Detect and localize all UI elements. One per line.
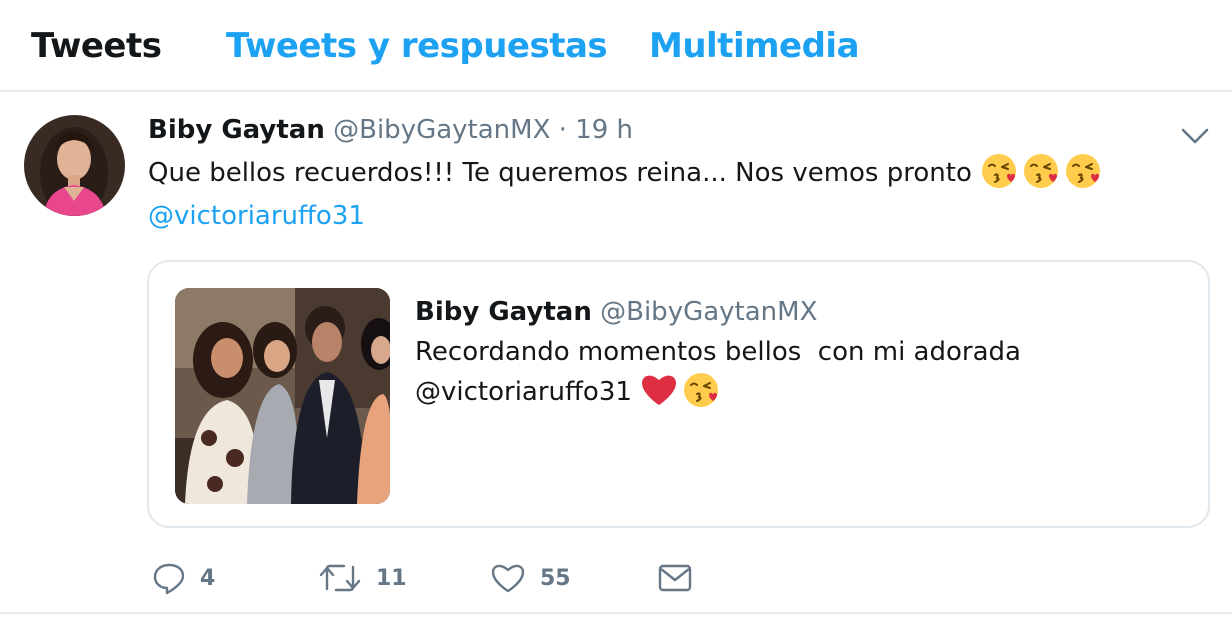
avatar[interactable] [24, 115, 125, 216]
quoted-tweet-photo[interactable] [175, 288, 390, 504]
separator-dot: · [558, 115, 567, 145]
retweet-button[interactable]: 11 [318, 555, 407, 601]
reply-count: 4 [200, 565, 216, 591]
tab-media[interactable]: Multimedia [649, 26, 860, 66]
profile-tabs: Tweets Tweets y respuestas Multimedia [0, 0, 1232, 92]
tweet-body: Que bellos recuerdos!!! Te queremos rein… [148, 158, 972, 188]
like-button[interactable]: 55 [490, 555, 571, 601]
quoted-tweet-body: Recordando momentos bellos con mi adorad… [415, 337, 1021, 367]
quoted-tweet-text: Recordando momentos bellos con mi adorad… [415, 332, 1175, 412]
tweet-text: Que bellos recuerdos!!! Te queremos rein… [148, 152, 1188, 238]
kissing-face-with-heart-emoji [980, 152, 1018, 190]
reply-button[interactable]: 4 [152, 555, 215, 601]
red-heart-emoji [640, 371, 678, 409]
divider [0, 612, 1232, 614]
tab-tweets[interactable]: Tweets [31, 26, 162, 66]
chevron-down-icon[interactable] [1180, 125, 1210, 147]
author-name[interactable]: Biby Gaytan [148, 115, 325, 145]
tab-tweets-and-replies[interactable]: Tweets y respuestas [226, 26, 608, 66]
retweet-icon [319, 564, 361, 592]
like-icon [491, 564, 525, 593]
mention-link[interactable]: @victoriaruffo31 [148, 201, 365, 231]
kissing-face-with-heart-emoji [1022, 152, 1060, 190]
retweet-count: 11 [376, 565, 407, 591]
quoted-author-handle: @BibyGaytanMX [600, 297, 818, 327]
direct-message-button[interactable] [657, 555, 693, 601]
kissing-face-with-heart-emoji [1064, 152, 1102, 190]
quoted-author-name: Biby Gaytan [415, 297, 592, 327]
reply-icon [153, 563, 185, 595]
tweet-actions: 4 11 55 [0, 555, 1232, 601]
quoted-tweet[interactable]: Biby Gaytan @BibyGaytanMX Recordando mom… [147, 260, 1210, 528]
quoted-mention: @victoriaruffo31 [415, 377, 632, 407]
quoted-tweet-header: Biby Gaytan @BibyGaytanMX [415, 294, 817, 330]
like-count: 55 [540, 565, 571, 591]
direct-message-icon [658, 564, 692, 592]
author-handle[interactable]: @BibyGaytanMX [333, 115, 550, 145]
tweet-header: Biby Gaytan @BibyGaytanMX · 19 h [148, 112, 633, 148]
kissing-face-with-heart-emoji [682, 371, 720, 409]
tweet-timestamp[interactable]: 19 h [575, 115, 633, 145]
